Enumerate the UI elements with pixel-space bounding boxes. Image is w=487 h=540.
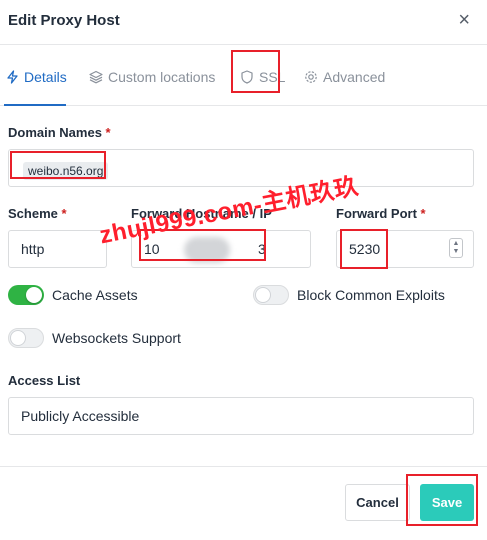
cache-assets-label: Cache Assets [52, 287, 138, 303]
tab-label: Advanced [323, 69, 386, 85]
modal-header: Edit Proxy Host × [0, 0, 487, 45]
forward-port-label: Forward Port * [336, 206, 426, 221]
access-list-value: Publicly Accessible [21, 408, 140, 424]
hostname-value-start: 10 [144, 241, 160, 257]
domain-names-label: Domain Names * [8, 125, 111, 140]
domain-chip[interactable]: weibo.n56.org [23, 162, 109, 180]
tab-bar: Details Custom locations SSL Advanced [0, 45, 487, 106]
required-mark: * [61, 206, 67, 221]
required-mark: * [105, 125, 111, 140]
forward-port-label-text: Forward Port [336, 206, 417, 221]
toggle-switch-on[interactable] [8, 285, 44, 305]
bolt-icon [5, 70, 19, 84]
chevron-down-icon[interactable]: ▼ [453, 248, 460, 256]
scheme-value: http [21, 241, 45, 257]
tab-ssl[interactable]: SSL [240, 69, 285, 85]
active-tab-indicator [4, 104, 66, 106]
forward-port-value: 5230 [349, 241, 381, 257]
tab-label: Custom locations [108, 69, 216, 85]
domain-names-label-text: Domain Names [8, 125, 102, 140]
scheme-select[interactable]: http [8, 230, 107, 268]
toggle-switch-off[interactable] [8, 328, 44, 348]
number-stepper[interactable]: ▲ ▼ [449, 238, 463, 258]
redacted-hostname [184, 237, 230, 263]
block-exploits-toggle[interactable]: Block Common Exploits [253, 285, 445, 305]
tab-label: Details [24, 69, 67, 85]
tab-custom-locations[interactable]: Custom locations [89, 69, 215, 85]
footer-divider [0, 466, 487, 467]
scheme-label: Scheme * [8, 206, 67, 221]
toggle-switch-off[interactable] [253, 285, 289, 305]
access-list-select[interactable]: Publicly Accessible [8, 397, 474, 435]
close-icon[interactable]: × [458, 10, 470, 30]
forward-port-input[interactable]: 5230 ▲ ▼ [336, 230, 474, 268]
gear-icon [304, 70, 318, 84]
chevron-up-icon[interactable]: ▲ [453, 240, 460, 248]
tab-advanced[interactable]: Advanced [304, 69, 385, 85]
cache-assets-toggle[interactable]: Cache Assets [8, 285, 138, 305]
access-list-label: Access List [8, 373, 81, 388]
block-exploits-label: Block Common Exploits [297, 287, 445, 303]
shield-icon [240, 70, 254, 84]
tab-details[interactable]: Details [5, 69, 67, 85]
domain-names-input[interactable]: weibo.n56.org [8, 149, 474, 187]
hostname-value-end: 3 [258, 241, 266, 257]
websockets-label: Websockets Support [52, 330, 181, 346]
save-button[interactable]: Save [420, 484, 474, 521]
scheme-label-text: Scheme [8, 206, 58, 221]
required-mark: * [420, 206, 426, 221]
modal-title: Edit Proxy Host [8, 12, 120, 29]
tab-label: SSL [259, 69, 286, 85]
layers-icon [89, 70, 103, 84]
websockets-toggle[interactable]: Websockets Support [8, 328, 181, 348]
cancel-button[interactable]: Cancel [345, 484, 410, 521]
